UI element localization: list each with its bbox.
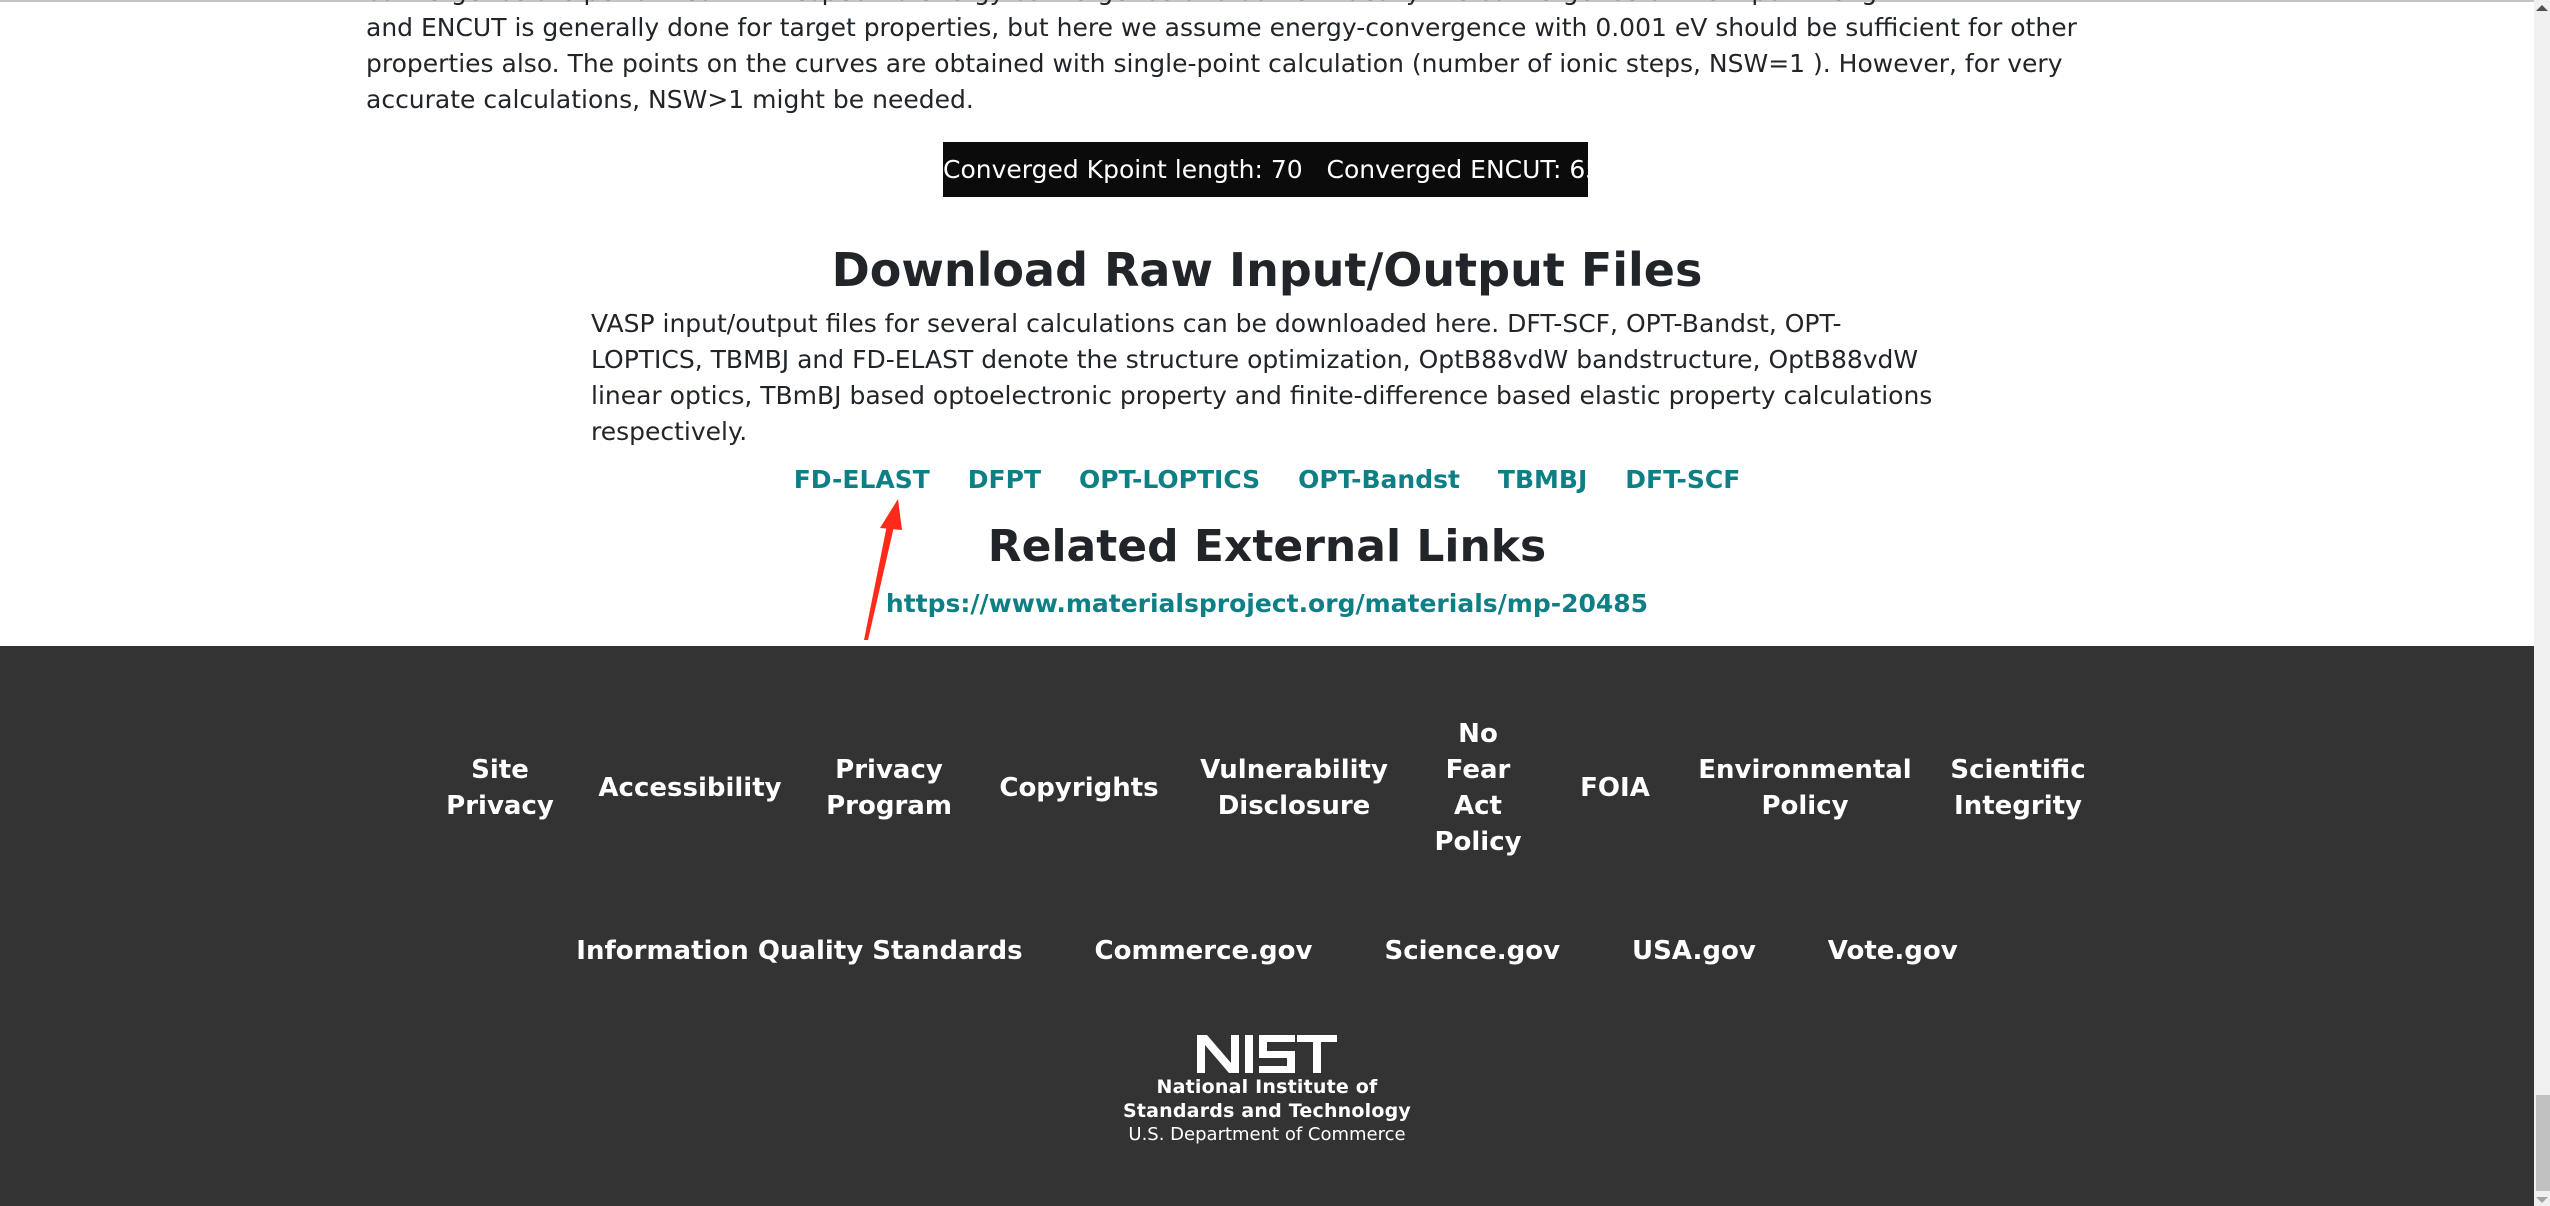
download-heading: Download Raw Input/Output Files bbox=[831, 243, 1703, 297]
footer-link-commerce-gov[interactable]: Commerce.gov bbox=[1095, 933, 1313, 969]
footer-link-scientific-integrity[interactable]: Scientific Integrity bbox=[1950, 752, 2085, 824]
footer-link-no-fear-act-policy[interactable]: No Fear Act Policy bbox=[1434, 716, 1521, 860]
nist-department-line: U.S. Department of Commerce bbox=[1128, 1124, 1406, 1145]
footer-link-information-quality-standards[interactable]: Information Quality Standards bbox=[576, 933, 1022, 969]
footer-link-copyrights[interactable]: Copyrights bbox=[999, 770, 1158, 806]
download-link-dfpt[interactable]: DFPT bbox=[968, 462, 1041, 498]
materials-project-link[interactable]: https://www.materialsproject.org/materia… bbox=[886, 589, 1648, 618]
download-link-dft-scf[interactable]: DFT-SCF bbox=[1625, 462, 1740, 498]
scroll-up-arrow-icon[interactable] bbox=[2536, 5, 2548, 11]
footer-link-foia[interactable]: FOIA bbox=[1580, 770, 1650, 806]
nist-logo[interactable]: National Institute of Standards and Tech… bbox=[1092, 1031, 1442, 1147]
scrollbar-thumb[interactable] bbox=[2536, 1095, 2550, 1191]
footer-link-science-gov[interactable]: Science.gov bbox=[1384, 933, 1560, 969]
related-links-heading: Related External Links bbox=[987, 521, 1547, 572]
footer-link-vote-gov[interactable]: Vote.gov bbox=[1828, 933, 1958, 969]
download-link-opt-loptics[interactable]: OPT-LOPTICS bbox=[1079, 462, 1260, 498]
footer-links-primary: Site Privacy Accessibility Privacy Progr… bbox=[0, 708, 2534, 868]
vertical-scrollbar[interactable] bbox=[2534, 0, 2550, 1206]
download-description: VASP input/output files for several calc… bbox=[591, 309, 1933, 446]
external-link-container: https://www.materialsproject.org/materia… bbox=[0, 586, 2534, 622]
footer-link-environmental-policy[interactable]: Environmental Policy bbox=[1698, 752, 1911, 824]
footer-link-vulnerability-disclosure[interactable]: Vulnerability Disclosure bbox=[1200, 752, 1388, 824]
nist-wordmark-icon bbox=[1197, 1035, 1337, 1073]
download-link-tbmbj[interactable]: TBMBJ bbox=[1498, 462, 1587, 498]
converged-values-box: Converged Kpoint length: 70 Converged EN… bbox=[943, 142, 1617, 197]
footer-link-accessibility[interactable]: Accessibility bbox=[598, 770, 781, 806]
download-link-fd-elast[interactable]: FD-ELAST bbox=[794, 462, 930, 498]
converged-encut-label: Converged ENCUT: 650 bbox=[1326, 155, 1618, 184]
download-file-links: FD-ELAST DFPT OPT-LOPTICS OPT-Bandst TBM… bbox=[0, 462, 2534, 498]
convergence-paragraph: and ENCUT is generally done for target p… bbox=[366, 13, 2077, 114]
converged-kpoint-label: Converged Kpoint length: 70 bbox=[943, 155, 1303, 184]
cut-off-text-line: convergence are performed with respect t… bbox=[366, 0, 2176, 10]
site-footer: Site Privacy Accessibility Privacy Progr… bbox=[0, 646, 2534, 1206]
footer-link-privacy-program[interactable]: Privacy Program bbox=[826, 752, 952, 824]
scroll-down-arrow-icon[interactable] bbox=[2536, 1197, 2548, 1203]
footer-link-usa-gov[interactable]: USA.gov bbox=[1632, 933, 1756, 969]
footer-links-secondary: Information Quality Standards Commerce.g… bbox=[0, 933, 2534, 969]
footer-link-site-privacy[interactable]: Site Privacy bbox=[446, 752, 554, 824]
page-viewport: convergence are performed with respect t… bbox=[0, 0, 2534, 1206]
nist-name-line1: National Institute of bbox=[1156, 1076, 1378, 1098]
download-link-opt-bandst[interactable]: OPT-Bandst bbox=[1298, 462, 1460, 498]
nist-name-line2: Standards and Technology bbox=[1122, 1100, 1412, 1122]
